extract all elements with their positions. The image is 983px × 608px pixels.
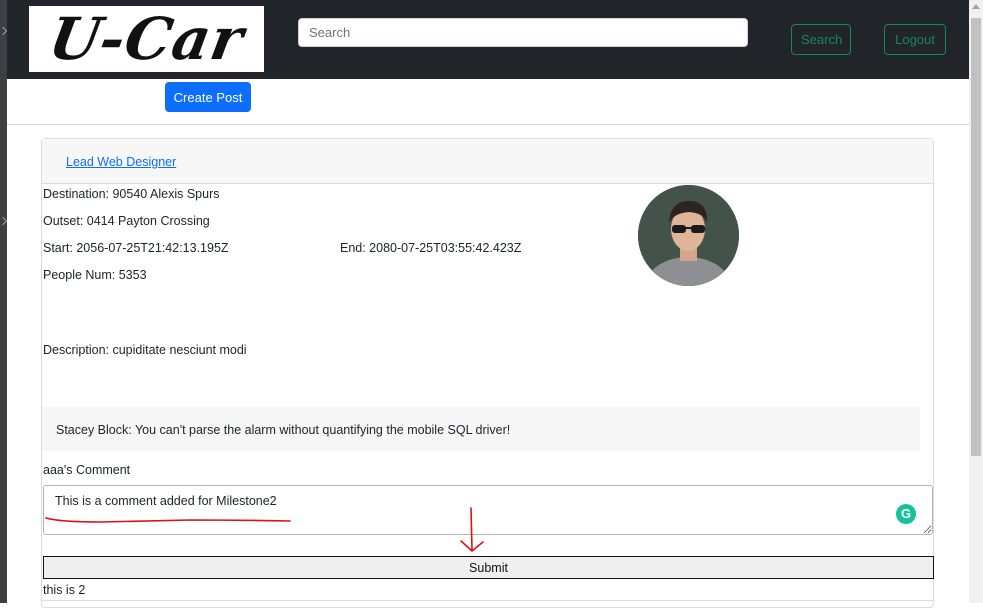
person-avatar-icon xyxy=(638,185,739,286)
people-num-text: People Num: 5353 xyxy=(43,268,147,282)
search-input[interactable] xyxy=(298,18,748,47)
create-post-button[interactable]: Create Post xyxy=(165,82,251,112)
divider xyxy=(7,124,969,125)
post-card: Lead Web Designer Destination: 90540 Ale… xyxy=(41,138,934,608)
chevron-right-icon xyxy=(0,216,8,226)
submit-button[interactable]: Submit xyxy=(43,556,934,579)
card-header: Lead Web Designer xyxy=(42,139,933,184)
post-title-link[interactable]: Lead Web Designer xyxy=(66,155,176,169)
scroll-up-arrow-icon[interactable] xyxy=(972,4,980,9)
comment-input[interactable] xyxy=(43,485,933,535)
scrollbar-thumb[interactable] xyxy=(971,18,981,456)
logo-text: U-Car xyxy=(44,6,249,72)
navbar: U-Car Search Logout xyxy=(7,0,969,79)
logo[interactable]: U-Car xyxy=(29,6,264,72)
card-bottom-divider xyxy=(42,600,933,601)
outset-text: Outset: 0414 Payton Crossing xyxy=(43,214,210,228)
avatar xyxy=(638,185,739,286)
end-text: End: 2080-07-25T03:55:42.423Z xyxy=(340,241,522,255)
comment-text: Stacey Block: You can't parse the alarm … xyxy=(56,423,511,437)
scrollbar[interactable] xyxy=(969,0,983,603)
logout-button[interactable]: Logout xyxy=(884,24,946,55)
description-text: Description: cupiditate nesciunt modi xyxy=(43,343,247,357)
start-text: Start: 2056-07-25T21:42:13.195Z xyxy=(43,241,229,255)
search-button[interactable]: Search xyxy=(791,24,851,55)
footer-text: this is 2 xyxy=(43,583,86,597)
existing-comment: Stacey Block: You can't parse the alarm … xyxy=(42,407,920,451)
comment-label: aaa's Comment xyxy=(43,463,131,477)
destination-text: Destination: 90540 Alexis Spurs xyxy=(43,187,220,201)
grammarly-icon[interactable]: G xyxy=(896,504,916,524)
left-edge-strip xyxy=(0,0,8,603)
